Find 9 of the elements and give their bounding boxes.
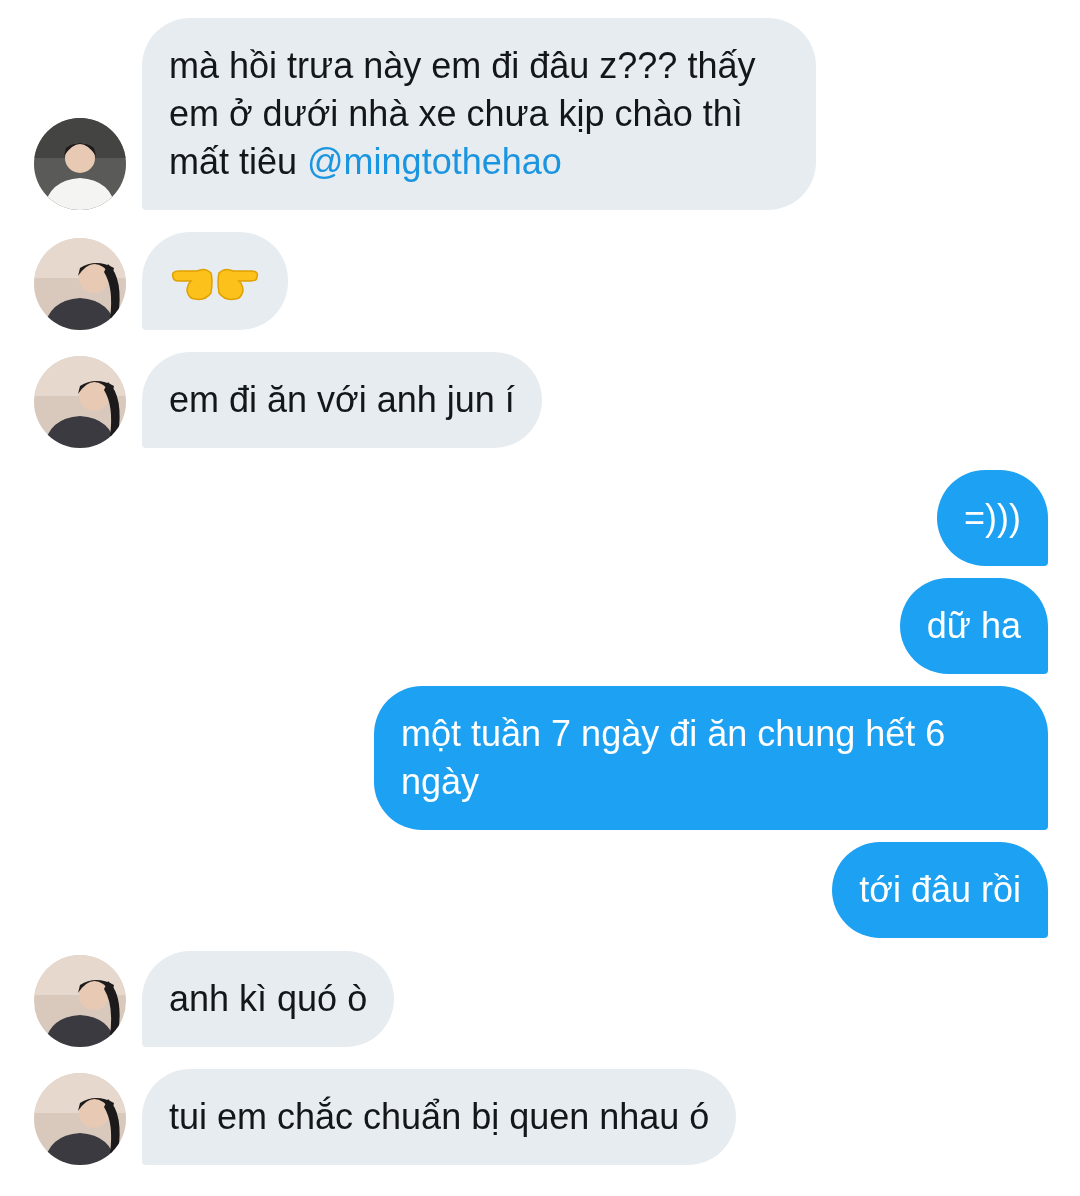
message-text: tui em chắc chuẩn bị quen nhau ó	[169, 1096, 710, 1137]
mention-link[interactable]: @mingtothehao	[307, 141, 562, 182]
message-text: anh kì quó ò	[169, 978, 368, 1019]
message-text: mà hồi trưa này em đi đâu z??? thấy em ở dưới nhà xe chưa kịp chào thì mất tiêu @mingtothehao	[169, 45, 756, 182]
message-text: em đi ăn với anh jun í	[169, 379, 515, 420]
message-text: một tuần 7 ngày đi ăn chung hết 6 ngày	[401, 713, 946, 802]
message-text: tới đâu rồi	[859, 869, 1021, 910]
message-text: =)))	[964, 497, 1021, 538]
message-text: dữ ha	[926, 605, 1021, 646]
